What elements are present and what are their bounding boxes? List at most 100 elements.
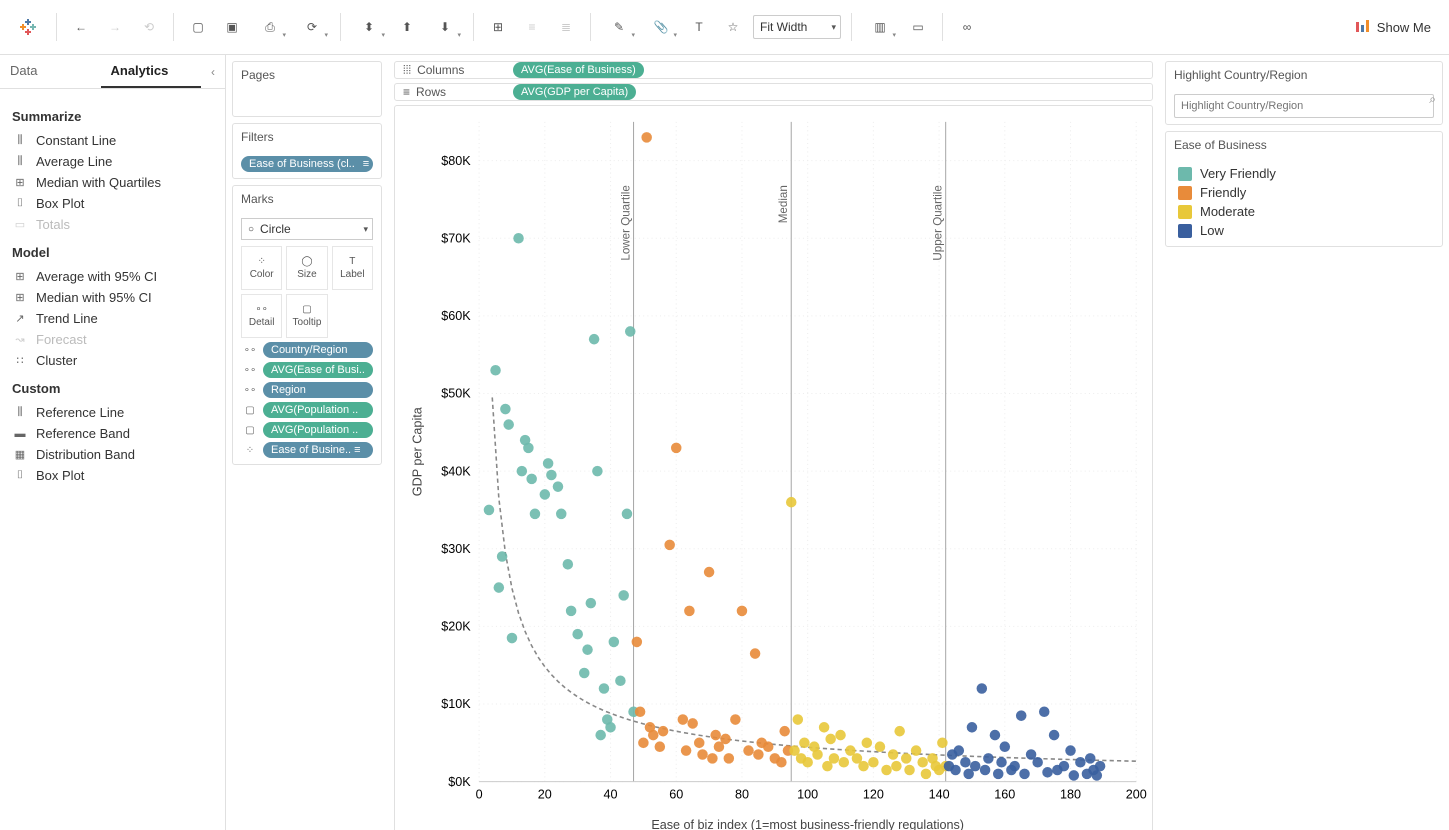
tab-data[interactable]: Data	[0, 55, 101, 88]
data-point[interactable]	[1039, 707, 1050, 718]
analytics-item[interactable]: ⫼Average Line	[12, 151, 213, 172]
mark-color-button[interactable]: ⁘Color	[241, 246, 282, 290]
mark-type-select[interactable]: Circle	[241, 218, 373, 240]
data-point[interactable]	[724, 753, 735, 764]
legend-item[interactable]: Very Friendly	[1174, 164, 1434, 183]
revert-button[interactable]: ⟲	[135, 13, 163, 41]
data-point[interactable]	[648, 730, 659, 741]
data-point[interactable]	[566, 606, 577, 617]
data-point[interactable]	[710, 730, 721, 741]
data-point[interactable]	[543, 458, 554, 469]
data-point[interactable]	[990, 730, 1001, 741]
undo-button[interactable]: ←	[67, 13, 95, 41]
mark-detail-button[interactable]: ∘∘Detail	[241, 294, 282, 338]
data-point[interactable]	[983, 753, 994, 764]
data-point[interactable]	[513, 233, 524, 244]
data-point[interactable]	[1019, 769, 1030, 780]
rows-pill[interactable]: AVG(GDP per Capita)	[513, 84, 636, 100]
data-point[interactable]	[950, 765, 961, 776]
data-point[interactable]	[1016, 710, 1027, 721]
data-point[interactable]	[589, 334, 600, 345]
legend-item[interactable]: Moderate	[1174, 202, 1434, 221]
data-point[interactable]	[835, 730, 846, 741]
attach-button[interactable]: 📎	[643, 13, 679, 41]
data-point[interactable]	[1095, 761, 1106, 772]
data-point[interactable]	[517, 466, 528, 477]
analytics-item[interactable]: ⌷Box Plot	[12, 465, 213, 486]
data-point[interactable]	[1000, 741, 1011, 752]
save-button[interactable]: ▣	[218, 13, 246, 41]
data-point[interactable]	[1069, 770, 1080, 781]
data-point[interactable]	[503, 419, 514, 430]
data-point[interactable]	[681, 745, 692, 756]
data-point[interactable]	[592, 466, 603, 477]
legend-item[interactable]: Friendly	[1174, 183, 1434, 202]
share-button[interactable]: ∞	[953, 13, 981, 41]
data-point[interactable]	[622, 509, 633, 520]
data-point[interactable]	[967, 722, 978, 733]
data-point[interactable]	[507, 633, 518, 644]
pin-button[interactable]: ☆	[719, 13, 747, 41]
analytics-item[interactable]: ⌷Box Plot	[12, 193, 213, 214]
data-point[interactable]	[556, 509, 567, 520]
data-point[interactable]	[917, 757, 928, 768]
data-point[interactable]	[730, 714, 741, 725]
text-button[interactable]: T	[685, 13, 713, 41]
columns-shelf[interactable]: ⦙⦙⦙Columns AVG(Ease of Business)	[394, 61, 1153, 79]
data-point[interactable]	[490, 365, 501, 376]
mark-size-button[interactable]: ◯Size	[286, 246, 327, 290]
sort-asc-button[interactable]: ⬆	[393, 13, 421, 41]
data-point[interactable]	[954, 745, 965, 756]
data-point[interactable]	[553, 481, 564, 492]
data-point[interactable]	[937, 738, 948, 749]
mark-tooltip-button[interactable]: ▢Tooltip	[286, 294, 327, 338]
data-point[interactable]	[615, 675, 626, 686]
data-point[interactable]	[641, 132, 652, 143]
data-point[interactable]	[697, 749, 708, 760]
analytics-item[interactable]: ⫼Constant Line	[12, 130, 213, 151]
analytics-item[interactable]: ▦Distribution Band	[12, 444, 213, 465]
data-point[interactable]	[579, 668, 590, 679]
rows-shelf[interactable]: ≡Rows AVG(GDP per Capita)	[394, 83, 1153, 101]
data-point[interactable]	[868, 757, 879, 768]
data-point[interactable]	[904, 765, 915, 776]
data-point[interactable]	[750, 648, 761, 659]
data-point[interactable]	[793, 714, 804, 725]
data-point[interactable]	[497, 551, 508, 562]
data-point[interactable]	[523, 443, 534, 454]
data-point[interactable]	[635, 707, 646, 718]
data-point[interactable]	[881, 765, 892, 776]
data-point[interactable]	[1065, 745, 1076, 756]
data-point[interactable]	[891, 761, 902, 772]
data-point[interactable]	[1085, 753, 1096, 764]
show-labels-button[interactable]: ≡	[518, 13, 546, 41]
data-point[interactable]	[1059, 761, 1070, 772]
data-point[interactable]	[977, 683, 988, 694]
analytics-item[interactable]: ↗Trend Line	[12, 308, 213, 329]
data-point[interactable]	[582, 644, 593, 655]
show-cards-button[interactable]: ▥	[862, 13, 898, 41]
data-point[interactable]	[684, 606, 695, 617]
data-point[interactable]	[799, 738, 810, 749]
data-point[interactable]	[484, 505, 495, 516]
data-point[interactable]	[1075, 757, 1086, 768]
data-point[interactable]	[687, 718, 698, 729]
data-point[interactable]	[664, 540, 675, 551]
mark-pill[interactable]: Country/Region	[263, 342, 373, 358]
data-point[interactable]	[862, 738, 873, 749]
highlight-input[interactable]	[1174, 94, 1434, 118]
data-point[interactable]	[960, 757, 971, 768]
mark-pill[interactable]: AVG(Population ..	[263, 402, 373, 418]
data-point[interactable]	[586, 598, 597, 609]
analytics-item[interactable]: ▬Reference Band	[12, 423, 213, 444]
data-point[interactable]	[618, 590, 629, 601]
data-point[interactable]	[802, 757, 813, 768]
data-point[interactable]	[632, 637, 643, 648]
data-point[interactable]	[526, 474, 537, 485]
sort-desc-button[interactable]: ⬇	[427, 13, 463, 41]
data-point[interactable]	[671, 443, 682, 454]
mark-pill[interactable]: AVG(Ease of Busi..	[263, 362, 373, 378]
data-point[interactable]	[530, 509, 541, 520]
data-point[interactable]	[921, 769, 932, 780]
analytics-item[interactable]: ⊞Median with 95% CI	[12, 287, 213, 308]
